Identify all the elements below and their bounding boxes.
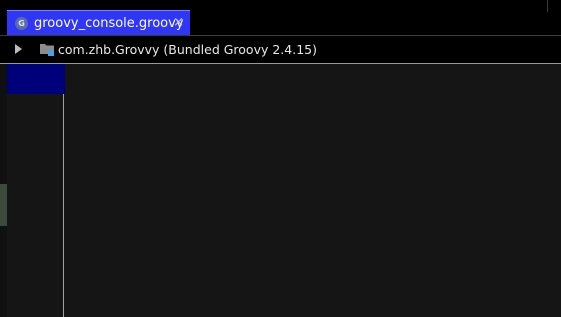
close-icon[interactable]: × [173, 15, 184, 31]
tab-groovy-console[interactable]: G groovy_console.groovy × [7, 10, 190, 35]
line-number-gutter[interactable] [7, 64, 64, 317]
groovy-file-icon: G [15, 16, 28, 30]
editor-left-strip [0, 64, 7, 317]
code-text-area[interactable] [65, 64, 561, 317]
module-folder-icon [40, 44, 54, 56]
current-line-highlight [7, 64, 71, 94]
module-label[interactable]: com.zhb.Grovvy (Bundled Groovy 2.4.15) [58, 42, 317, 57]
editor-left-strip-marker [0, 184, 7, 226]
tab-bar-divider [547, 0, 548, 12]
groovy-console-window: G groovy_console.groovy × com.zhb.Grovvy… [0, 0, 561, 317]
groovy-file-icon-letter: G [18, 18, 25, 28]
tab-label: groovy_console.groovy [34, 15, 184, 31]
module-breadcrumb: com.zhb.Grovvy (Bundled Groovy 2.4.15) [0, 36, 561, 64]
triangle-right-icon[interactable] [15, 44, 22, 54]
code-editor [0, 64, 561, 317]
editor-tab-bar: G groovy_console.groovy × [0, 0, 561, 36]
